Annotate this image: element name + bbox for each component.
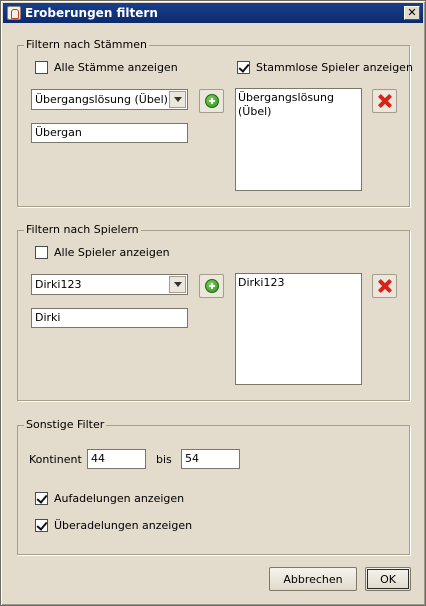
to-label: bis	[156, 453, 172, 466]
chevron-down-icon[interactable]	[169, 276, 186, 293]
java-app-icon	[7, 6, 21, 20]
player-combobox-value: Dirki123	[35, 278, 82, 291]
remove-player-button[interactable]	[372, 274, 397, 298]
show-all-players-checkbox[interactable]	[35, 246, 48, 259]
continent-from-input[interactable]: 44	[87, 449, 146, 469]
cancel-button[interactable]: Abbrechen	[269, 567, 357, 591]
other-filter-group: Sonstige Filter Kontinent 44 bis 54 Aufa…	[17, 418, 410, 555]
other-filter-legend: Sonstige Filter	[24, 418, 107, 431]
close-button[interactable]: ✕	[404, 6, 420, 20]
tribe-search-input[interactable]: Übergan	[31, 123, 188, 143]
show-tribeless-label: Stammlose Spieler anzeigen	[256, 61, 413, 74]
continent-to-input[interactable]: 54	[181, 449, 240, 469]
ok-button[interactable]: OK	[365, 567, 411, 591]
tribe-combobox-value: Übergangslösung (Übel)	[35, 93, 168, 106]
player-list-item[interactable]: Dirki123	[238, 276, 359, 290]
chevron-down-icon[interactable]	[169, 91, 186, 108]
show-ennoblements-label: Aufadelungen anzeigen	[54, 492, 185, 505]
tribe-filter-group: Filtern nach Stämmen Alle Stämme anzeige…	[17, 38, 413, 207]
delete-icon	[378, 94, 392, 108]
show-ennoblements-checkbox-row[interactable]: Aufadelungen anzeigen	[35, 492, 184, 505]
show-over-ennoblements-checkbox-row[interactable]: Überadelungen anzeigen	[35, 519, 192, 532]
delete-icon	[378, 279, 392, 293]
remove-tribe-button[interactable]	[372, 89, 397, 113]
show-all-tribes-checkbox-row[interactable]: Alle Stämme anzeigen	[35, 61, 178, 74]
add-tribe-button[interactable]	[199, 89, 224, 113]
show-tribeless-checkbox-row[interactable]: Stammlose Spieler anzeigen	[237, 61, 413, 74]
add-player-button[interactable]	[199, 274, 224, 298]
show-over-ennoblements-checkbox[interactable]	[35, 519, 48, 532]
tribe-combobox[interactable]: Übergangslösung (Übel)	[31, 89, 188, 110]
tribe-list[interactable]: Übergangslösung (Übel)	[235, 88, 362, 191]
title-bar[interactable]: Eroberungen filtern ✕	[3, 3, 423, 23]
player-search-input[interactable]: Dirki	[31, 308, 188, 328]
show-ennoblements-checkbox[interactable]	[35, 492, 48, 505]
plus-icon	[204, 94, 219, 108]
show-over-ennoblements-label: Überadelungen anzeigen	[54, 519, 193, 532]
continent-label: Kontinent	[29, 453, 82, 466]
player-filter-legend: Filtern nach Spielern	[24, 223, 141, 236]
player-list[interactable]: Dirki123	[235, 273, 362, 385]
show-all-players-label: Alle Spieler anzeigen	[54, 246, 170, 259]
tribe-list-item[interactable]: Übergangslösung (Übel)	[238, 91, 359, 119]
tribe-filter-legend: Filtern nach Stämmen	[24, 38, 149, 51]
plus-icon	[204, 279, 219, 293]
show-all-tribes-label: Alle Stämme anzeigen	[54, 61, 178, 74]
show-tribeless-checkbox[interactable]	[237, 61, 250, 74]
filter-dialog: Eroberungen filtern ✕ Filtern nach Stämm…	[0, 0, 426, 606]
window-title: Eroberungen filtern	[25, 6, 158, 20]
player-combobox[interactable]: Dirki123	[31, 274, 188, 295]
player-filter-group: Filtern nach Spielern Alle Spieler anzei…	[17, 223, 410, 401]
show-all-tribes-checkbox[interactable]	[35, 61, 48, 74]
show-all-players-checkbox-row[interactable]: Alle Spieler anzeigen	[35, 246, 170, 259]
